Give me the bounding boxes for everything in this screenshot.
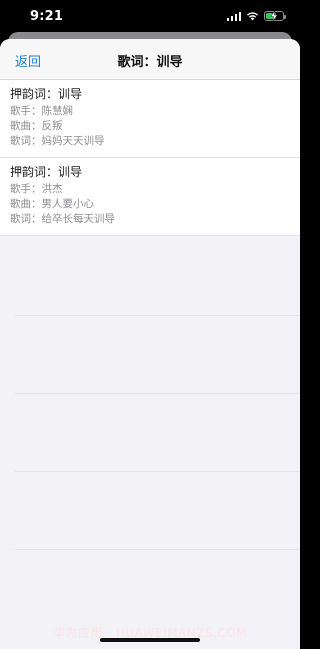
cellular-signal-icon: [226, 11, 241, 21]
singer-text: 歌手：洪杰: [10, 183, 63, 195]
list-item[interactable]: 押韵词：训导 歌手：陈慧娴 歌曲：反叛 歌词：妈妈天天训导: [0, 80, 300, 158]
lyric-text: 歌词：妈妈天天训导: [10, 135, 105, 147]
status-time: 9:21: [30, 9, 64, 24]
battery-charging-icon: [264, 11, 286, 21]
divider: [15, 393, 300, 394]
song-text: 歌曲：反叛: [10, 120, 63, 132]
rhyme-word: 押韵词：训导: [10, 165, 83, 179]
status-bar: 9:21: [0, 0, 300, 34]
lyric-text: 歌词：给卒长每天训导: [10, 213, 115, 225]
navigation-bar: 返回 歌词：训导: [0, 39, 300, 80]
divider: [15, 471, 300, 472]
song-text: 歌曲：男人要小心: [10, 198, 94, 210]
divider: [15, 549, 300, 550]
singer-text: 歌手：陈慧娴: [10, 105, 73, 117]
rhyme-word: 押韵词：训导: [10, 87, 83, 101]
status-icons: [226, 11, 286, 21]
wifi-icon: [247, 12, 258, 21]
results-list: 押韵词：训导 歌手：陈慧娴 歌曲：反叛 歌词：妈妈天天训导 押韵词：训导 歌手：…: [0, 80, 300, 236]
empty-list-area: [0, 236, 300, 606]
page-title: 歌词：训导: [117, 55, 183, 70]
divider: [15, 315, 300, 316]
list-item[interactable]: 押韵词：训导 歌手：洪杰 歌曲：男人要小心 歌词：给卒长每天训导: [0, 158, 300, 236]
home-indicator[interactable]: [100, 638, 200, 642]
modal-sheet: 返回 歌词：训导 押韵词：训导 歌手：陈慧娴 歌曲：反叛 歌词：妈妈天天训导 押…: [0, 39, 300, 649]
